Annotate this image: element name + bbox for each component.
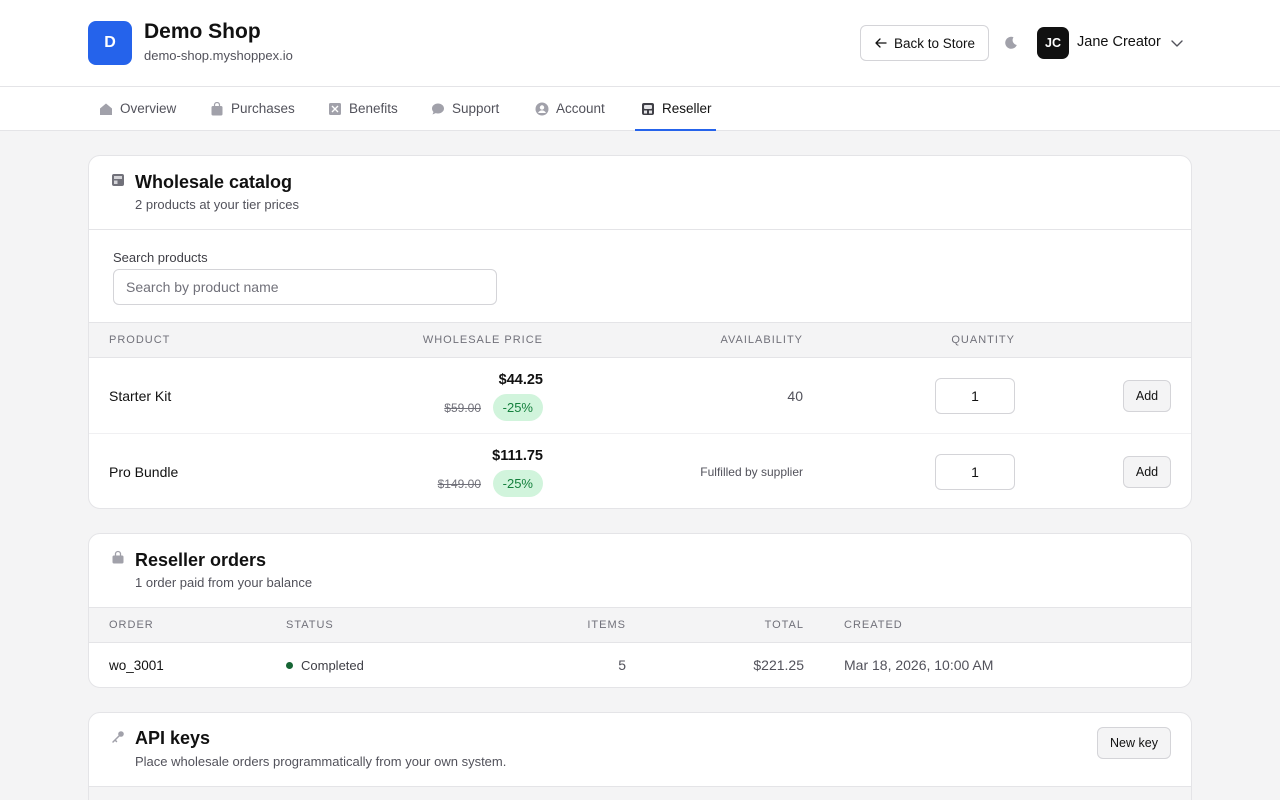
column-header-total: TOTAL	[764, 619, 804, 631]
table-row: Starter Kit $44.25 $59.00 -25% 40 1 Add	[89, 358, 1191, 434]
column-header-items: ITEMS	[587, 619, 626, 631]
user-name[interactable]: Jane Creator	[1077, 34, 1161, 50]
column-header-product: PRODUCT	[109, 334, 171, 346]
availability: Fulfilled by supplier	[700, 465, 803, 479]
wholesale-price: $111.75	[492, 448, 543, 464]
moon-icon[interactable]	[1003, 35, 1019, 51]
card-subtitle: 1 order paid from your balance	[135, 575, 313, 590]
key-icon	[112, 731, 124, 743]
card-subtitle: Place wholesale orders programmatically …	[135, 754, 507, 769]
original-price: $59.00	[444, 401, 481, 415]
shop-domain: demo-shop.myshoppex.io	[144, 48, 293, 63]
order-created: Mar 18, 2026, 10:00 AM	[844, 657, 994, 673]
tab-account[interactable]: Account	[535, 87, 605, 130]
column-header-quantity: QUANTITY	[951, 334, 1015, 346]
tab-label: Reseller	[662, 101, 712, 116]
quantity-stepper[interactable]: 1	[935, 454, 1015, 490]
arrow-left-icon	[875, 38, 887, 48]
availability: 40	[787, 387, 803, 404]
tab-support[interactable]: Support	[431, 87, 499, 130]
status-badge: Completed	[286, 658, 364, 673]
tab-label: Overview	[120, 101, 177, 116]
gift-icon	[329, 102, 341, 115]
add-to-order-button[interactable]: Add	[1123, 456, 1171, 488]
back-to-store-label: Back to Store	[893, 35, 976, 51]
table-row[interactable]: wo_3001 Completed 5 $221.25 Mar 18, 2026…	[89, 643, 1191, 687]
card-title: Wholesale catalog	[135, 172, 293, 192]
search-input[interactable]	[113, 269, 497, 305]
status-text: Completed	[301, 658, 364, 673]
order-total: $221.25	[753, 657, 804, 673]
quantity-stepper[interactable]: 1	[935, 377, 1015, 414]
tab-bar: Overview Purchases Benefits Support Acco…	[0, 87, 1280, 131]
product-name: Starter Kit	[109, 387, 172, 404]
card-divider	[89, 229, 1191, 230]
column-header-availability: AVAILABILITY	[720, 334, 803, 346]
column-header-status: STATUS	[286, 619, 334, 631]
column-header-order: ORDER	[109, 619, 154, 631]
top-header: D Demo Shop demo-shop.myshoppex.io Back …	[0, 0, 1280, 87]
back-to-store-button[interactable]: Back to Store	[860, 25, 989, 61]
column-header-price: WHOLESALE PRICE	[422, 334, 543, 346]
column-header-created: CREATED	[844, 619, 903, 631]
discount-badge: -25%	[492, 470, 543, 497]
lock-icon	[112, 550, 124, 564]
bag-icon	[211, 101, 223, 115]
api-keys-card: API keys Place wholesale orders programm…	[88, 712, 1192, 800]
discount-badge: -25%	[492, 394, 543, 421]
wholesale-price: $44.25	[498, 372, 543, 388]
orders-table-header: ORDER STATUS ITEMS TOTAL CREATED	[89, 607, 1191, 643]
tab-purchases[interactable]: Purchases	[210, 87, 295, 130]
wholesale-catalog-card: Wholesale catalog 2 products at your tie…	[88, 155, 1192, 509]
search-label: Search products	[113, 250, 208, 265]
tab-overview[interactable]: Overview	[99, 87, 176, 130]
tab-label: Account	[556, 101, 605, 116]
home-icon	[100, 103, 112, 115]
product-name: Pro Bundle	[109, 464, 179, 480]
user-icon	[535, 102, 549, 115]
original-price: $149.00	[437, 477, 481, 491]
status-dot	[286, 662, 293, 670]
tab-label: Support	[452, 101, 500, 116]
new-key-button[interactable]: New key	[1097, 727, 1171, 759]
avatar[interactable]: JC	[1037, 27, 1069, 59]
card-title: Reseller orders	[135, 550, 267, 570]
reseller-orders-card: Reseller orders 1 order paid from your b…	[88, 533, 1192, 688]
shop-name: Demo Shop	[144, 20, 261, 43]
api-keys-table-header	[89, 786, 1191, 800]
tab-benefits[interactable]: Benefits	[328, 87, 398, 130]
catalog-table-header: PRODUCT WHOLESALE PRICE AVAILABILITY QUA…	[89, 322, 1191, 358]
card-subtitle: 2 products at your tier prices	[135, 197, 300, 212]
box-icon	[112, 174, 124, 186]
reseller-icon	[642, 102, 654, 115]
add-to-order-button[interactable]: Add	[1123, 379, 1171, 412]
chevron-down-icon[interactable]	[1170, 37, 1184, 49]
card-title: API keys	[135, 728, 211, 748]
tab-label: Purchases	[231, 101, 295, 116]
order-id[interactable]: wo_3001	[109, 658, 164, 673]
shop-logo: D	[88, 21, 132, 65]
order-items: 5	[618, 657, 626, 673]
tab-label: Benefits	[349, 101, 398, 116]
tab-reseller[interactable]: Reseller	[635, 87, 716, 131]
table-row: Pro Bundle $111.75 $149.00 -25% Fulfille…	[89, 434, 1191, 508]
chat-icon	[432, 103, 444, 114]
